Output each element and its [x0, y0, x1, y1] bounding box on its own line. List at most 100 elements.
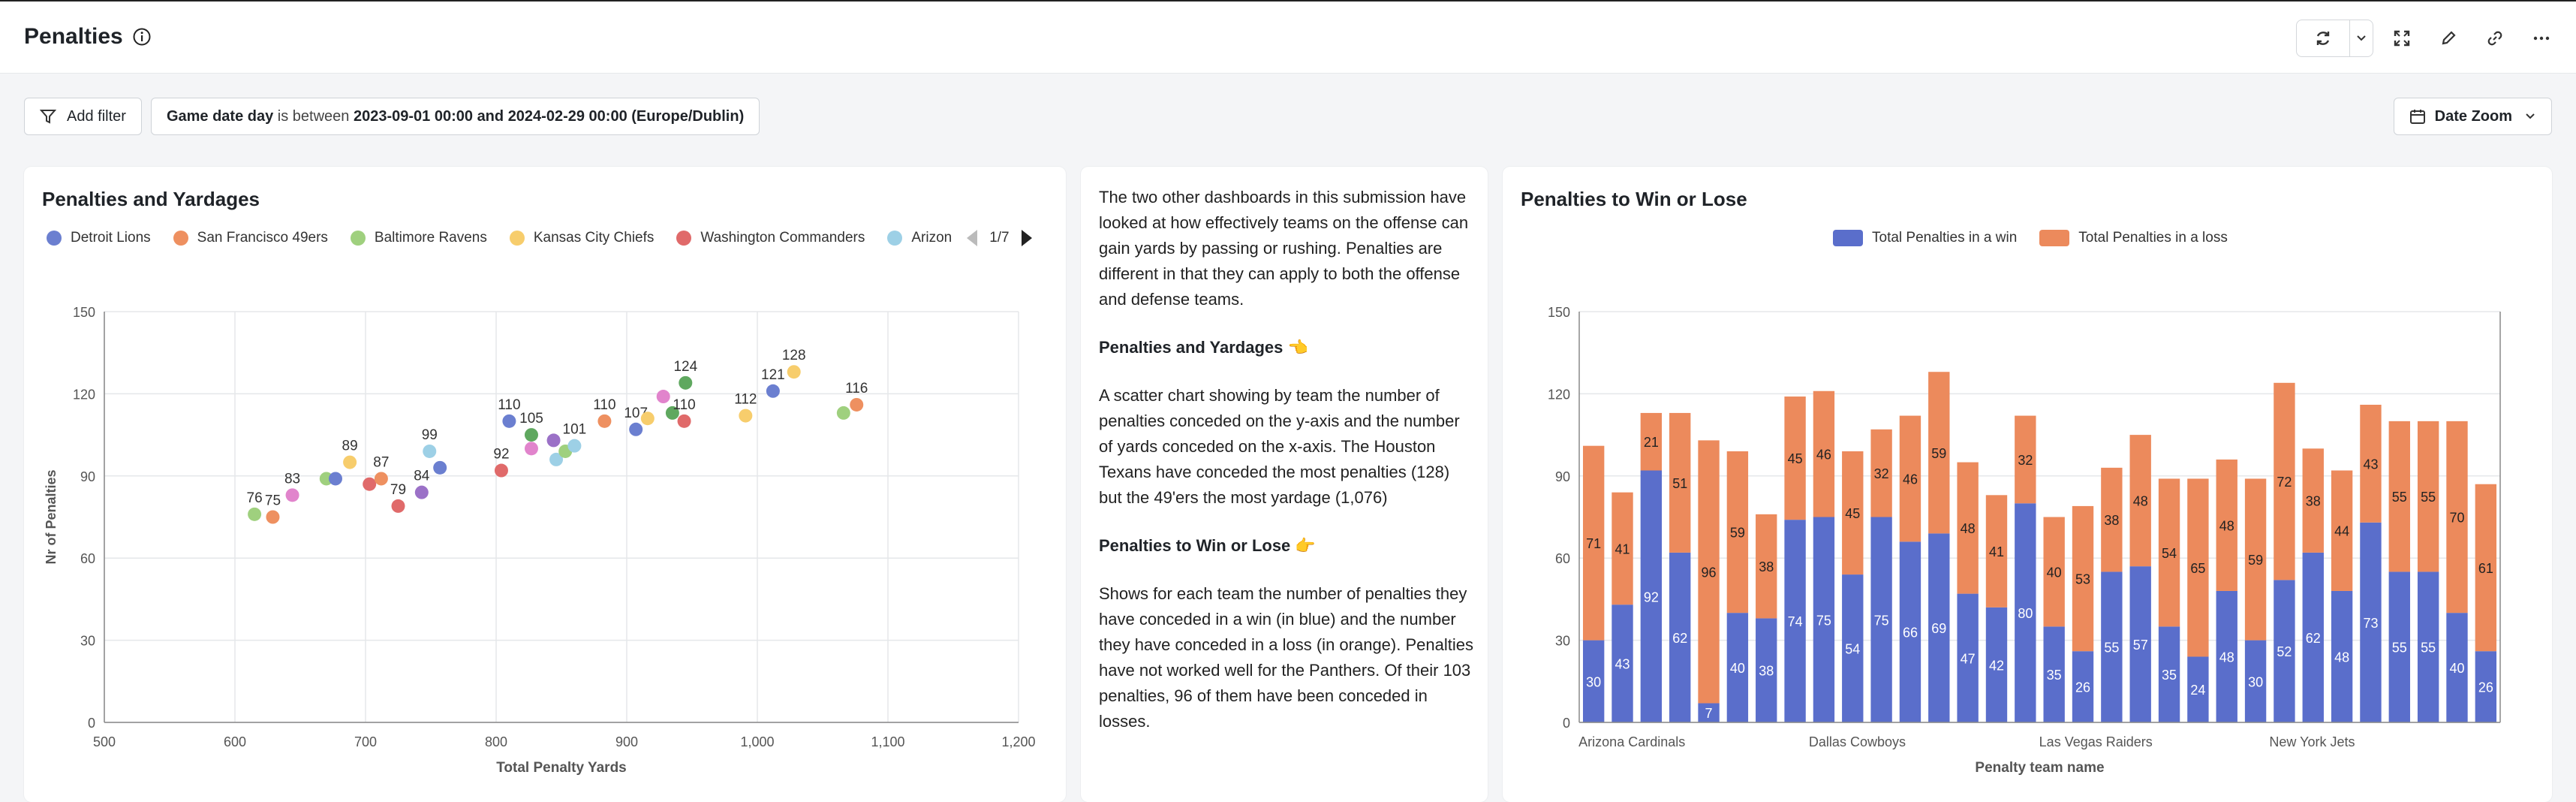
x-tick-label: 800: [485, 734, 507, 749]
refresh-button[interactable]: [2297, 20, 2350, 56]
info-icon[interactable]: [132, 27, 152, 47]
bar-card: Penalties to Win or Lose Total Penalties…: [1503, 167, 2552, 802]
bar-loss-label: 38: [2104, 513, 2119, 528]
scatter-point: [494, 463, 508, 478]
y-tick-label: 90: [1555, 469, 1570, 484]
x-axis-title: Penalty team name: [1975, 760, 2104, 776]
bar-loss-label: 59: [2248, 553, 2263, 568]
scatter-point: [374, 472, 388, 486]
scatter-point: [640, 412, 655, 426]
x-tick-label: Arizona Cardinals: [1578, 734, 1685, 749]
more-options-button[interactable]: [2523, 20, 2559, 56]
point-label: 84: [414, 469, 430, 484]
text-card: The two other dashboards in this submiss…: [1081, 167, 1488, 802]
chevron-down-icon: [2526, 113, 2535, 119]
bar-loss-label: 71: [1586, 536, 1601, 551]
bar-loss-label: 53: [2075, 572, 2090, 587]
bar-loss-label: 59: [1931, 446, 1946, 461]
bar-loss-label: 44: [2334, 524, 2349, 539]
scatter-point: [677, 414, 691, 428]
bar-win-label: 38: [1759, 664, 1774, 679]
x-axis-title: Total Penalty Yards: [496, 760, 627, 776]
bar-loss-label: 41: [1989, 544, 2004, 559]
bar-win-label: 43: [1615, 657, 1630, 672]
scatter-point: [629, 422, 643, 436]
y-tick-label: 120: [73, 387, 95, 402]
y-tick-label: 90: [80, 469, 95, 484]
scatter-point: [679, 375, 693, 390]
x-tick-label: 1,200: [1001, 734, 1035, 749]
scatter-heading: Penalties and Yardages 👈: [1099, 338, 1308, 357]
scatter-point: [597, 414, 612, 428]
point-label: 83: [284, 471, 300, 487]
point-label: 116: [845, 381, 868, 396]
date-zoom-dropdown[interactable]: Date Zoom: [2393, 98, 2552, 135]
bar-win-label: 74: [1788, 614, 1803, 629]
add-filter-button[interactable]: Add filter: [24, 98, 142, 135]
refresh-options-button[interactable]: [2350, 20, 2373, 56]
bar-win-label: 40: [2449, 661, 2464, 676]
edit-button[interactable]: [2430, 20, 2466, 56]
refresh-split-button: [2296, 20, 2373, 57]
x-tick-label: 500: [93, 734, 116, 749]
bar-win-label: 48: [2334, 650, 2349, 665]
bar-win-label: 30: [2248, 674, 2263, 689]
bar-win-label: 92: [1644, 589, 1659, 605]
scatter-point: [266, 510, 280, 524]
date-filter-chip[interactable]: Game date day is between 2023-09-01 00:0…: [150, 98, 760, 135]
point-label: 87: [373, 454, 389, 470]
bar-win-label: 62: [1672, 631, 1687, 646]
bar-win-label: 62: [2306, 631, 2321, 646]
copy-link-button[interactable]: [2477, 20, 2513, 56]
bar-heading: Penalties to Win or Lose 👉: [1099, 536, 1316, 555]
bar-win-label: 75: [1816, 613, 1831, 628]
point-label: 99: [422, 427, 438, 443]
bar-loss-label: 21: [1644, 435, 1659, 450]
x-tick-label: 700: [354, 734, 377, 749]
scatter-point: [787, 365, 801, 379]
bar-loss-label: 46: [1903, 472, 1918, 487]
intro-paragraph: The two other dashboards in this submiss…: [1099, 188, 1469, 309]
header-actions: [2296, 20, 2559, 57]
bar-win-label: 75: [1874, 613, 1889, 628]
scatter-point: [524, 442, 538, 456]
fullscreen-button[interactable]: [2384, 20, 2420, 56]
bar-loss-label: 41: [1615, 541, 1630, 556]
x-tick-label: 1,100: [871, 734, 904, 749]
point-label: 110: [673, 397, 695, 413]
bar-loss-label: 55: [2392, 490, 2407, 505]
calendar-icon: [2409, 110, 2425, 124]
scatter-point: [363, 477, 377, 491]
scatter-point: [739, 409, 753, 423]
y-tick-label: 30: [80, 634, 95, 649]
funnel-icon: [40, 110, 56, 124]
bar-win-label: 57: [2133, 638, 2148, 653]
scatter-point: [343, 455, 357, 469]
scatter-point: [836, 406, 850, 420]
filter-start: 2023-09-01 00:00: [353, 107, 473, 125]
bar-loss-label: 96: [1702, 565, 1717, 580]
scatter-chart: 0 30 60 90 120 150 500 600 700 800 900 1,000 1,100 1,…: [44, 305, 1036, 776]
bar-win-label: 47: [1961, 651, 1976, 666]
y-tick-label: 150: [1548, 305, 1570, 320]
scatter-point: [285, 488, 299, 502]
scatter-point: [546, 433, 561, 448]
bar-win-label: 73: [2363, 616, 2378, 631]
bar-loss-label: 65: [2190, 561, 2205, 576]
expand-icon: [2394, 30, 2410, 47]
bar-loss-label: 45: [1788, 451, 1803, 466]
bar-loss-label: 32: [2018, 453, 2033, 468]
scatter-point: [656, 390, 670, 404]
bar-win-label: 55: [2104, 641, 2119, 656]
bar-loss-label: 48: [1961, 521, 1976, 536]
bar-paragraph: Shows for each team the number of penalt…: [1099, 584, 1473, 731]
filter-conjunction: and: [477, 107, 504, 125]
bar-win-label: 35: [2047, 668, 2062, 683]
scatter-point: [433, 460, 447, 475]
pencil-icon: [2442, 31, 2456, 45]
add-filter-label: Add filter: [67, 107, 126, 125]
y-tick-label: 0: [88, 716, 95, 731]
bar-loss-label: 51: [1672, 476, 1687, 491]
scatter-card: Penalties and Yardages Detroit Lions San …: [24, 167, 1066, 802]
y-tick-label: 0: [1563, 716, 1570, 731]
